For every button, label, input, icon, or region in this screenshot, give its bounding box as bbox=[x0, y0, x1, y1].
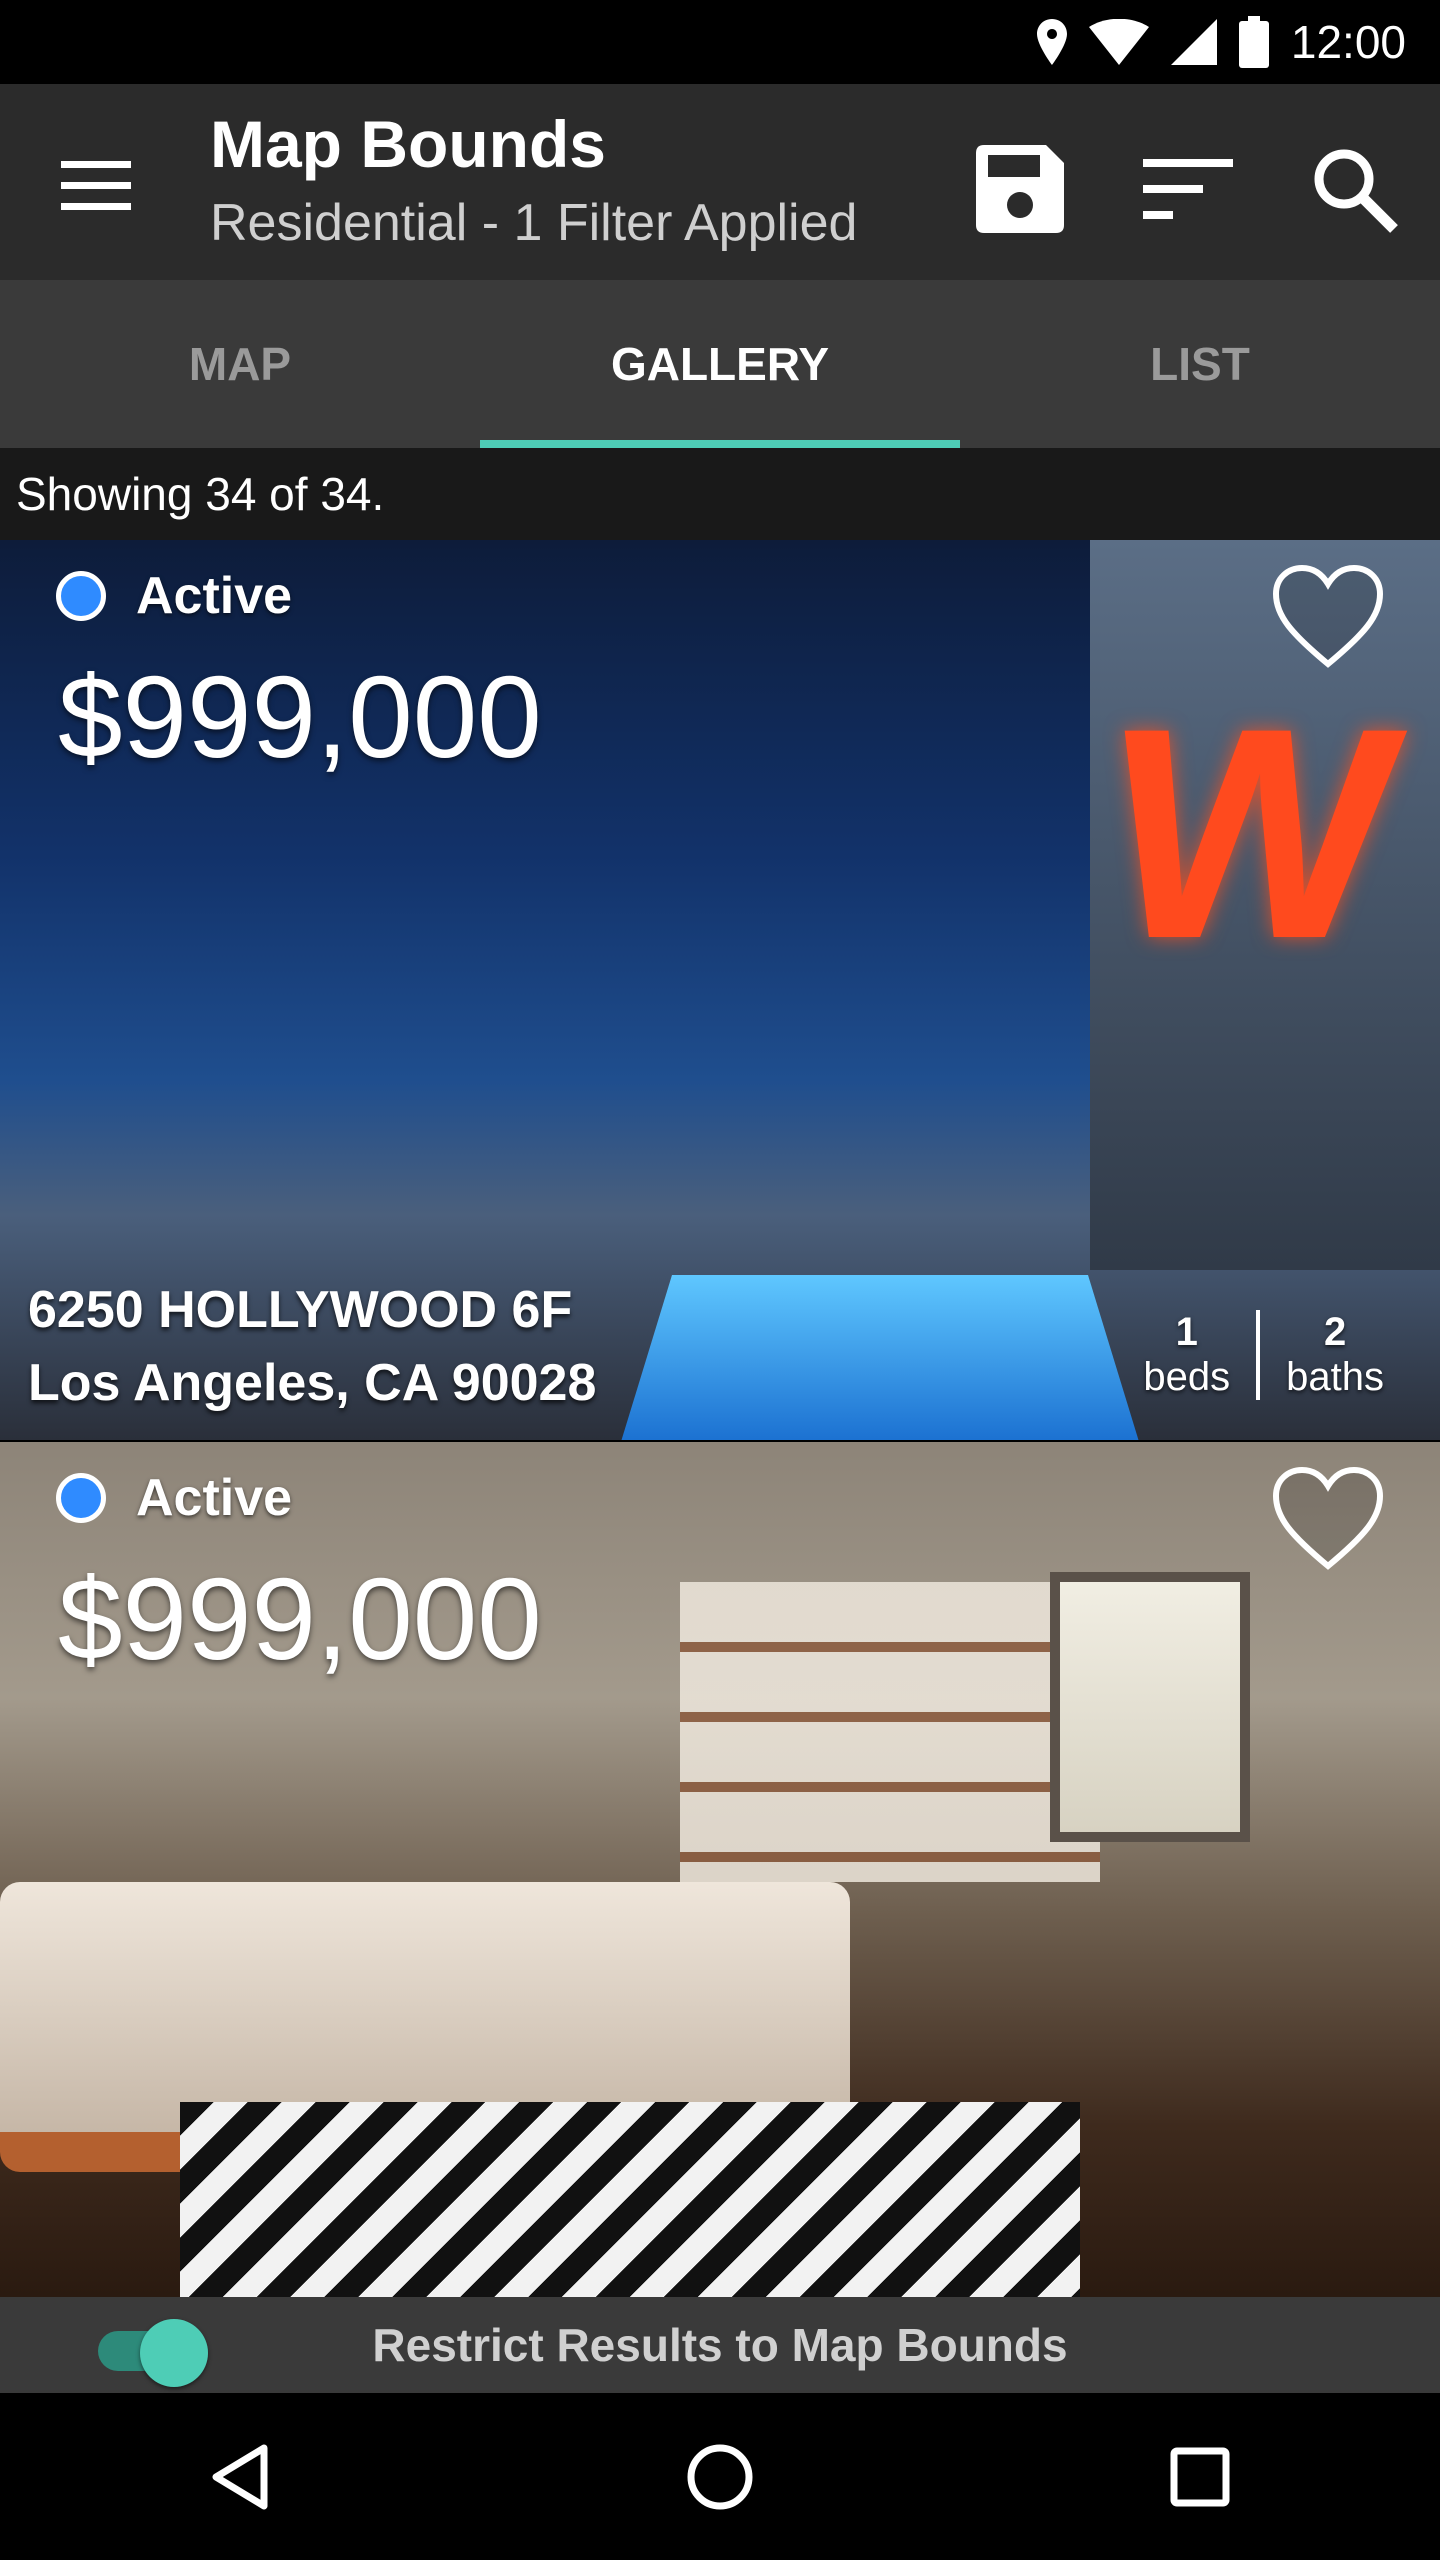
tab-list[interactable]: LIST bbox=[960, 280, 1440, 448]
system-nav-bar bbox=[0, 2393, 1440, 2560]
listing-photo-shelves bbox=[680, 1582, 1100, 1882]
listing-photo-window bbox=[1050, 1572, 1250, 1842]
signal-icon bbox=[1170, 19, 1217, 65]
baths-count: 2 bbox=[1323, 1310, 1347, 1354]
map-bounds-label: Restrict Results to Map Bounds bbox=[372, 2319, 1068, 2371]
sort-button[interactable] bbox=[1128, 134, 1248, 244]
heart-outline-icon bbox=[1272, 564, 1384, 668]
app-bar-titles: Map Bounds Residential - 1 Filter Applie… bbox=[210, 108, 857, 253]
beds-count: 1 bbox=[1175, 1310, 1198, 1354]
status-time: 12:00 bbox=[1290, 16, 1406, 68]
results-summary: Showing 34 of 34. bbox=[16, 468, 385, 520]
listing-photo-rug bbox=[180, 2102, 1080, 2297]
recents-icon bbox=[1170, 2447, 1230, 2506]
listing-address-line2: Los Angeles, CA 90028 bbox=[28, 1354, 597, 1413]
listing-status-label: Active bbox=[136, 567, 293, 625]
page-subtitle: Residential - 1 Filter Applied bbox=[210, 193, 858, 252]
listing-status: Active bbox=[56, 1468, 292, 1528]
baths-stat: 2 baths bbox=[1256, 1310, 1410, 1400]
status-dot-icon bbox=[56, 571, 106, 621]
listing-status: Active bbox=[56, 566, 292, 626]
listing-address-line1: 6250 HOLLYWOOD 6F bbox=[28, 1281, 573, 1340]
menu-icon bbox=[61, 161, 131, 210]
back-icon bbox=[212, 2444, 268, 2509]
search-icon bbox=[1314, 149, 1398, 233]
listing-price: $999,000 bbox=[58, 652, 542, 782]
wifi-icon bbox=[1088, 19, 1149, 65]
beds-stat: 1 beds bbox=[1117, 1310, 1256, 1400]
home-button[interactable] bbox=[640, 2407, 800, 2547]
home-icon bbox=[687, 2444, 753, 2509]
listing-price: $999,000 bbox=[58, 1554, 542, 1684]
results-count: Showing 34 of 34. bbox=[0, 448, 1440, 540]
back-button[interactable] bbox=[160, 2407, 320, 2547]
baths-label: baths bbox=[1286, 1355, 1384, 1399]
recents-button[interactable] bbox=[1120, 2407, 1280, 2547]
beds-label: beds bbox=[1143, 1355, 1231, 1399]
status-bar: 12:00 bbox=[0, 0, 1440, 84]
favorite-button[interactable] bbox=[1272, 1466, 1384, 1575]
menu-button[interactable] bbox=[46, 146, 146, 226]
listing-photo-sign: W bbox=[1086, 665, 1417, 1001]
tab-map[interactable]: MAP bbox=[0, 280, 480, 448]
favorite-button[interactable] bbox=[1272, 564, 1384, 673]
tab-gallery[interactable]: GALLERY bbox=[480, 280, 960, 448]
heart-outline-icon bbox=[1272, 1466, 1384, 1570]
listing-card[interactable]: W Active $999,000 6250 HOLLYWOOD 6F Los … bbox=[0, 540, 1440, 1440]
status-dot-icon bbox=[56, 1473, 106, 1523]
listing-status-label: Active bbox=[136, 1469, 293, 1527]
page-title: Map Bounds bbox=[210, 107, 606, 181]
listing-address: 6250 HOLLYWOOD 6F Los Angeles, CA 90028 bbox=[28, 1274, 596, 1420]
listing-stats: 1 beds 2 baths bbox=[1117, 1310, 1410, 1400]
sort-icon bbox=[1143, 159, 1233, 219]
search-button[interactable] bbox=[1294, 134, 1414, 244]
listing-card[interactable]: Active $999,000 bbox=[0, 1442, 1440, 2297]
view-tabs: MAP GALLERY LIST bbox=[0, 280, 1440, 448]
save-button[interactable] bbox=[960, 134, 1080, 244]
location-icon bbox=[1036, 19, 1067, 65]
battery-icon bbox=[1238, 16, 1269, 68]
listing-photo-pool bbox=[620, 1275, 1140, 1440]
map-bounds-bar: Restrict Results to Map Bounds bbox=[0, 2297, 1440, 2393]
save-icon bbox=[976, 145, 1064, 233]
app-bar: Map Bounds Residential - 1 Filter Applie… bbox=[0, 84, 1440, 280]
